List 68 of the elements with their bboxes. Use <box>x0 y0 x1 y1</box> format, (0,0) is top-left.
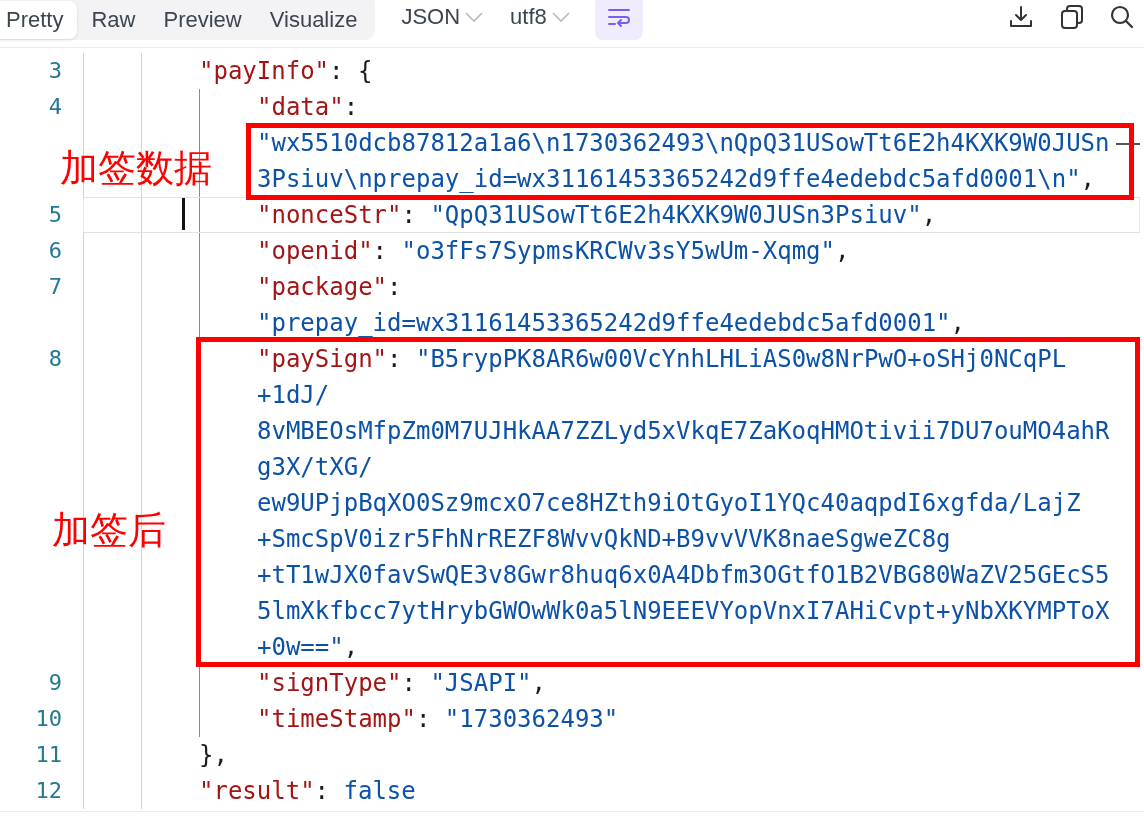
json-punctuation: : <box>401 200 417 231</box>
json-key: "nonceStr" <box>257 197 402 233</box>
json-punctuation: : { <box>329 56 373 87</box>
line-number: 12 <box>34 777 62 805</box>
json-punctuation: : <box>387 272 402 303</box>
json-key: "timeStamp" <box>257 701 416 737</box>
copy-icon[interactable] <box>1060 3 1084 30</box>
json-punctuation: : <box>401 668 417 699</box>
json-string: "1730362493" <box>444 704 619 735</box>
json-string: "wx5510dcb87812a1a6\n1730362493\nQpQ31USowTt6E2h4KXK9W0JUSn <box>257 128 1110 159</box>
json-string: +tT1wJX0favSwQE3v8Gwr8huq6x0A4Dbfm3OGtfO1B2VBG80WaZV25GEcS5 <box>257 560 1110 591</box>
json-string: "prepay_id=wx31161453365242d9ffe4edebdc5afd0001" <box>257 308 951 339</box>
annotation-label: 加签后 <box>52 507 166 554</box>
line-number: 9 <box>47 669 62 697</box>
json-punctuation: : <box>343 92 359 123</box>
json-punctuation: : <box>415 704 432 735</box>
json-punctuation: , <box>343 632 359 663</box>
view-tab[interactable]: Preview <box>149 0 256 39</box>
json-string: +0w==" <box>257 632 344 663</box>
json-string: 8vMBEOsMfpZm0M7UJHkAA7ZZLyd5xVkqE7ZaKoqHMOtivii7DU7ouMO4ahR <box>257 416 1110 447</box>
search-icon[interactable] <box>1110 3 1134 30</box>
line-number: 6 <box>47 237 62 265</box>
json-punctuation: : <box>314 776 331 807</box>
overflow-marker <box>1116 143 1140 145</box>
download-icon[interactable] <box>1008 3 1034 30</box>
json-punctuation: , <box>950 308 965 339</box>
view-tab[interactable]: Pretty <box>0 0 78 39</box>
json-string: g3X/tXG/ <box>257 452 373 483</box>
json-string: "JSAPI" <box>430 668 532 699</box>
line-number: 4 <box>47 93 62 121</box>
json-key: "signType" <box>257 665 402 701</box>
chevron-down-icon <box>464 10 485 23</box>
line-number: 8 <box>47 345 62 373</box>
json-punctuation: , <box>1080 164 1096 195</box>
json-string: +SmcSpV0izr5FhNrREZF8WvvQkND+B9vvVVK8naeSgweZC8g <box>257 524 951 555</box>
line-number: 3 <box>47 57 62 85</box>
json-punctuation: , <box>835 236 850 267</box>
annotation-label: 加签数据 <box>60 145 212 192</box>
format-dropdown[interactable]: JSON <box>401 0 485 33</box>
json-punctuation: : <box>387 344 403 375</box>
json-string: 5lmXkfbcc7ytHrybGWOwWk0a5lN9EEEVYopVnxI7AHiCvpt+yNbXKYMPToX <box>257 596 1110 627</box>
json-punctuation: , <box>531 668 546 699</box>
json-string: "o3fFs7SypmsKRCWv3sY5wUm-Xqmg" <box>401 236 835 267</box>
json-key: "paySign" <box>257 341 388 377</box>
json-string: "B5rypPK8AR6w00VcYnhLHLiAS0w8NrPwO+oSHj0NCqPL <box>415 344 1067 375</box>
json-key: "package" <box>257 269 388 305</box>
json-key: "result" <box>199 773 315 809</box>
view-tab[interactable]: Visualize <box>255 0 372 39</box>
json-string: +1dJ/ <box>257 380 330 411</box>
line-number: 5 <box>47 201 62 229</box>
json-punctuation: , <box>921 200 937 231</box>
line-number: 7 <box>47 273 62 301</box>
json-key: "payInfo" <box>199 53 330 89</box>
wrap-toggle[interactable] <box>594 0 643 40</box>
view-tab[interactable]: Raw <box>77 0 150 39</box>
chevron-down-icon <box>550 10 571 23</box>
format-dropdown[interactable]: utf8 <box>510 0 571 33</box>
line-number: 10 <box>34 705 62 733</box>
json-string: ew9UPjpBqXO0Sz9mcxO7ce8HZth9iOtGyoI1YQc40aqpdI6xgfda/LajZ <box>257 488 1081 519</box>
text-cursor <box>182 198 185 230</box>
json-string: 3Psiuv\nprepay_id=wx31161453365242d9ffe4edebdc5afd0001\n" <box>257 164 1081 195</box>
json-punctuation: : <box>372 236 389 267</box>
json-keyword: false <box>343 776 416 807</box>
json-string: "QpQ31USowTt6E2h4KXK9W0JUSn3Psiuv" <box>430 200 922 231</box>
json-key: "openid" <box>257 233 373 269</box>
line-number: 11 <box>34 741 62 769</box>
json-key: "data" <box>257 89 344 125</box>
json-punctuation: }, <box>199 740 228 771</box>
